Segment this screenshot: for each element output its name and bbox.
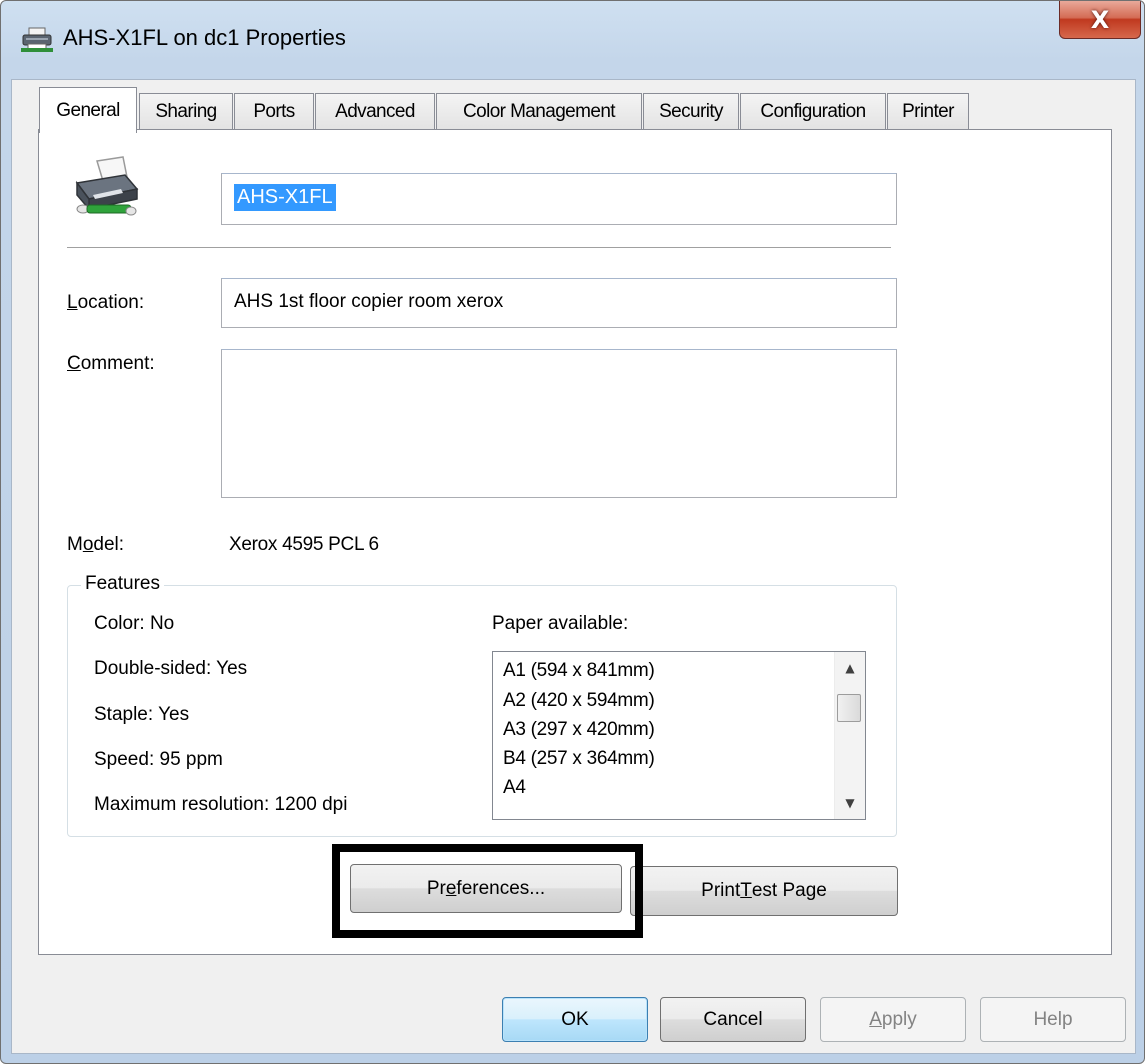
- apply-button[interactable]: Apply: [820, 997, 966, 1042]
- printer-name-value: AHS-X1FL: [234, 184, 336, 211]
- print-test-page-button[interactable]: Print Test Page: [630, 866, 898, 916]
- scroll-up-icon[interactable]: ▲: [835, 652, 865, 684]
- paper-available-label: Paper available:: [492, 613, 629, 634]
- properties-dialog: AHS-X1FL on dc1 Properties X General Sha…: [0, 0, 1145, 1064]
- features-title: Features: [81, 573, 164, 595]
- tab-security[interactable]: Security: [643, 93, 739, 129]
- preferences-button[interactable]: Pr e ferences...: [350, 864, 622, 913]
- tab-color-management[interactable]: Color Management: [436, 93, 642, 129]
- printer-icon: [21, 27, 53, 52]
- comment-input[interactable]: [221, 349, 897, 498]
- help-button[interactable]: Help: [980, 997, 1126, 1042]
- feature-max-resolution: Maximum resolution: 1200 dpi: [94, 794, 348, 815]
- location-input[interactable]: AHS 1st floor copier room xerox: [221, 278, 897, 328]
- printer-icon: [75, 156, 139, 216]
- model-value: Xerox 4595 PCL 6: [229, 534, 379, 555]
- comment-label: Comment:: [67, 353, 155, 374]
- divider: [67, 247, 891, 249]
- tab-sharing[interactable]: Sharing: [139, 93, 233, 129]
- tab-configuration[interactable]: Configuration: [740, 93, 886, 129]
- cancel-button[interactable]: Cancel: [660, 997, 806, 1042]
- list-item: A3 (297 x 420mm): [503, 719, 655, 740]
- window-title: AHS-X1FL on dc1 Properties: [63, 25, 346, 50]
- model-label: Model:: [67, 534, 125, 555]
- scroll-down-icon[interactable]: ▼: [835, 787, 865, 819]
- feature-speed: Speed: 95 ppm: [94, 749, 223, 770]
- list-item: B4 (257 x 364mm): [503, 748, 655, 769]
- title-bar[interactable]: AHS-X1FL on dc1 Properties X: [1, 1, 1144, 79]
- feature-color: Color: No: [94, 613, 175, 634]
- tab-advanced[interactable]: Advanced: [315, 93, 435, 129]
- paper-list-scrollbar[interactable]: ▲ ▼: [834, 652, 865, 819]
- printer-name-input[interactable]: AHS-X1FL: [221, 173, 897, 225]
- tab-general[interactable]: General: [39, 87, 137, 133]
- scroll-thumb[interactable]: [837, 694, 861, 722]
- list-item: A2 (420 x 594mm): [503, 690, 655, 711]
- tab-ports[interactable]: Ports: [234, 93, 314, 129]
- list-item: A4: [503, 777, 526, 798]
- ok-button[interactable]: OK: [502, 997, 648, 1042]
- location-value: AHS 1st floor copier room xerox: [234, 291, 504, 312]
- paper-list[interactable]: A1 (594 x 841mm) A2 (420 x 594mm) A3 (29…: [492, 651, 866, 820]
- close-button[interactable]: X: [1059, 1, 1141, 39]
- feature-staple: Staple: Yes: [94, 704, 190, 725]
- feature-double-sided: Double-sided: Yes: [94, 658, 248, 679]
- list-item: A1 (594 x 841mm): [503, 660, 655, 681]
- tab-printer[interactable]: Printer: [887, 93, 969, 129]
- location-label: Location:: [67, 292, 145, 313]
